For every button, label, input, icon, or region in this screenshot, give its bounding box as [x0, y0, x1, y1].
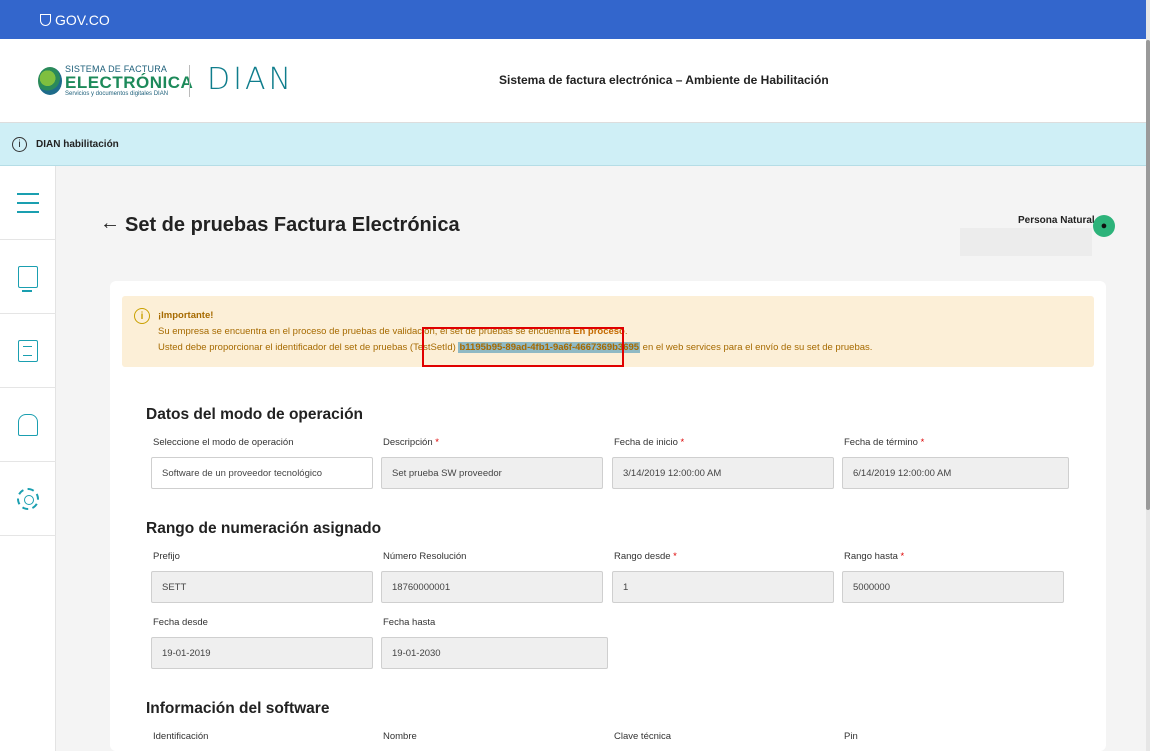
software-name-label: Nombre: [383, 731, 417, 742]
user-icon: ●: [1100, 220, 1108, 232]
test-set-id-highlight: [422, 327, 624, 367]
logo-line-2: ELECTRÓNICA: [65, 73, 194, 92]
monitor-chart-icon: [18, 265, 38, 292]
environment-info-bar: i DIAN habilitación: [0, 123, 1146, 166]
gov-bar: GOV.CO: [0, 0, 1146, 39]
gov-co-link[interactable]: GOV.CO: [55, 12, 110, 28]
environment-label: DIAN habilitación: [36, 138, 119, 150]
avatar[interactable]: ●: [1093, 215, 1115, 237]
info-icon: i: [12, 136, 27, 152]
prefix-label: Prefijo: [153, 551, 180, 562]
person-board-icon: [18, 413, 38, 436]
alert-title: ¡Importante!: [158, 310, 214, 321]
prefix-field[interactable]: SETT: [151, 571, 373, 603]
sidebar-item-users[interactable]: [0, 388, 56, 462]
user-name[interactable]: Persona Natural: [1018, 215, 1095, 226]
info-icon: i: [134, 308, 150, 324]
start-date-label: Fecha de inicio *: [614, 437, 685, 448]
pin-label: Pin: [844, 731, 858, 742]
dian-logo[interactable]: DIAN: [207, 62, 294, 97]
scrollbar-thumb[interactable]: [1146, 40, 1150, 510]
date-to-field[interactable]: 19-01-2030: [381, 637, 608, 669]
sidebar-menu-toggle[interactable]: [0, 166, 56, 240]
menu-icon: [17, 192, 39, 213]
sidebar-item-settings[interactable]: [0, 462, 56, 536]
user-detail-placeholder: [960, 228, 1092, 256]
end-date-field[interactable]: 6/14/2019 12:00:00 AM: [842, 457, 1069, 489]
page-title: Set de pruebas Factura Electrónica: [125, 214, 460, 236]
end-date-label: Fecha de término *: [844, 437, 925, 448]
range-to-field[interactable]: 5000000: [842, 571, 1064, 603]
mode-label: Seleccione el modo de operación: [153, 437, 294, 448]
sidebar-item-documents[interactable]: [0, 314, 56, 388]
gear-icon: [17, 487, 39, 510]
technical-key-label: Clave técnica: [614, 731, 672, 742]
date-from-label: Fecha desde: [153, 617, 208, 628]
logo-divider: [189, 65, 190, 97]
range-to-label: Rango hasta *: [844, 551, 905, 562]
shield-icon: [40, 13, 51, 26]
software-id-label: Identificación: [153, 731, 209, 742]
section-title-software: Información del software: [146, 700, 330, 717]
document-icon: [18, 339, 38, 362]
resolution-field[interactable]: 18760000001: [381, 571, 603, 603]
resolution-label: Número Resolución: [383, 551, 467, 562]
range-from-label: Rango desde *: [614, 551, 677, 562]
leaf-logo-icon: [38, 67, 62, 95]
operation-mode-select[interactable]: Software de un proveedor tecnológico: [151, 457, 373, 489]
description-label: Descripción *: [383, 437, 439, 448]
section-title-operation: Datos del modo de operación: [146, 406, 364, 423]
sidebar: [0, 166, 56, 751]
section-title-numbering: Rango de numeración asignado: [146, 520, 382, 537]
back-arrow-icon[interactable]: ←: [100, 212, 120, 235]
range-from-field[interactable]: 1: [612, 571, 834, 603]
description-field[interactable]: Set prueba SW proveedor: [381, 457, 603, 489]
header-title: Sistema de factura electrónica – Ambient…: [499, 73, 829, 87]
factura-electronica-logo[interactable]: SISTEMA DE FACTURA ELECTRÓNICA Servicios…: [38, 65, 193, 97]
date-to-label: Fecha hasta: [383, 617, 436, 628]
start-date-field[interactable]: 3/14/2019 12:00:00 AM: [612, 457, 834, 489]
site-header: SISTEMA DE FACTURA ELECTRÓNICA Servicios…: [0, 39, 1146, 123]
date-from-field[interactable]: 19-01-2019: [151, 637, 373, 669]
sidebar-item-dashboard[interactable]: [0, 240, 56, 314]
